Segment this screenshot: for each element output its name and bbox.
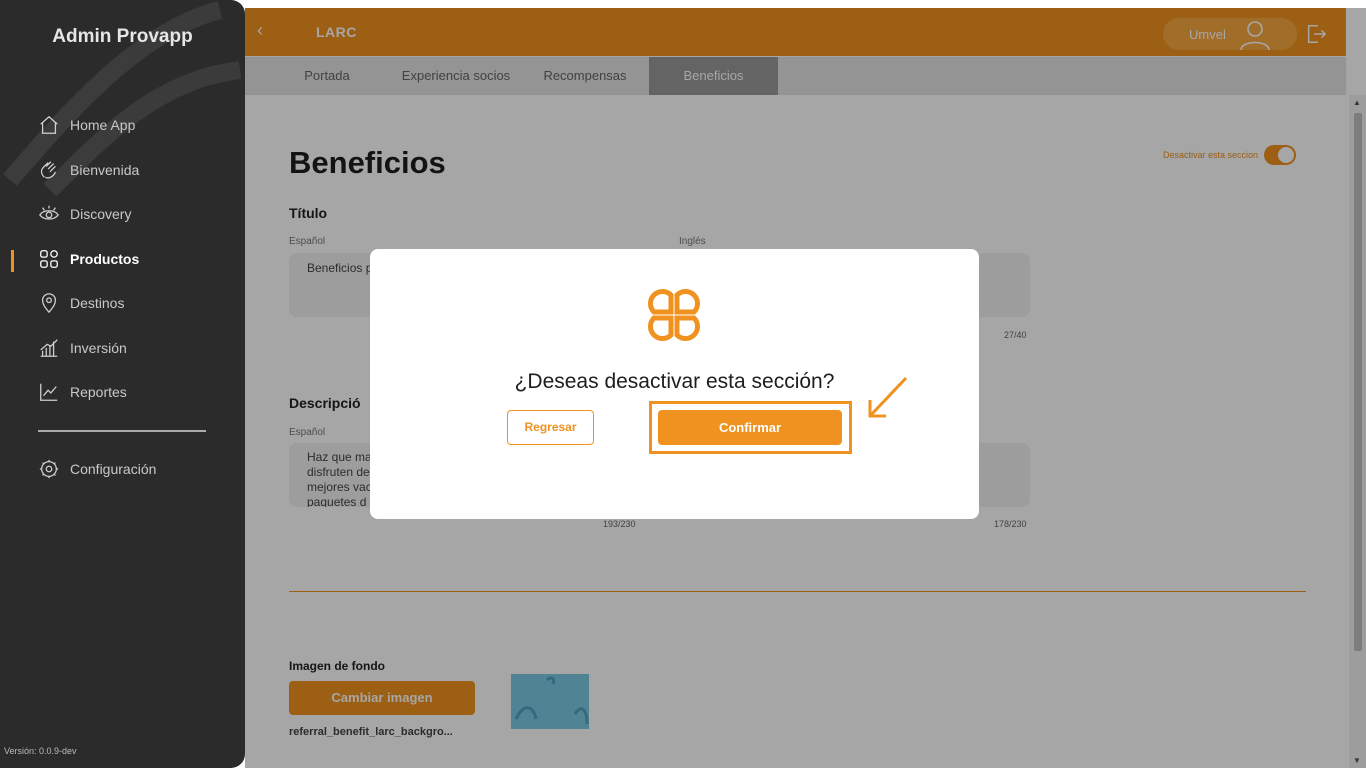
- sidebar-item-productos[interactable]: Productos: [38, 244, 139, 274]
- sidebar-item-label: Home App: [70, 117, 136, 133]
- sidebar-item-label: Inversión: [70, 340, 127, 356]
- grid-icon: [40, 250, 58, 268]
- active-indicator: [11, 250, 14, 272]
- gear-icon: [39, 459, 59, 479]
- sidebar-item-destinos[interactable]: Destinos: [38, 288, 124, 318]
- version-label: Versión: 0.0.9-dev: [4, 746, 77, 756]
- hand-wave-icon: [40, 161, 57, 179]
- pointer-arrow-icon: [868, 376, 908, 418]
- bar-chart-icon: [40, 339, 58, 357]
- clover-logo-icon: [648, 289, 700, 341]
- app-brand: Admin Provapp: [52, 26, 193, 47]
- line-chart-icon: [40, 383, 58, 401]
- sidebar-item-home-app[interactable]: Home App: [38, 110, 135, 140]
- sidebar-divider: [38, 430, 206, 432]
- sidebar-item-label: Discovery: [70, 206, 132, 222]
- eye-icon: [39, 205, 59, 220]
- home-icon: [40, 115, 58, 134]
- sidebar: Admin Provapp Home App Bienvenida Discov…: [0, 0, 245, 768]
- sidebar-item-inversion[interactable]: Inversión: [38, 333, 127, 363]
- sidebar-item-label: Configuración: [70, 461, 157, 477]
- sidebar-item-bienvenida[interactable]: Bienvenida: [38, 155, 139, 185]
- map-pin-icon: [41, 293, 57, 314]
- back-button[interactable]: Regresar: [507, 410, 594, 445]
- sidebar-item-label: Bienvenida: [70, 162, 140, 178]
- sidebar-item-label: Destinos: [70, 295, 125, 311]
- confirm-button[interactable]: Confirmar: [658, 410, 842, 445]
- sidebar-item-reportes[interactable]: Reportes: [38, 377, 127, 407]
- sidebar-item-label: Productos: [70, 251, 140, 267]
- sidebar-item-discovery[interactable]: Discovery: [38, 199, 131, 229]
- sidebar-item-label: Reportes: [70, 384, 127, 400]
- sidebar-item-configuracion[interactable]: Configuración: [38, 454, 156, 484]
